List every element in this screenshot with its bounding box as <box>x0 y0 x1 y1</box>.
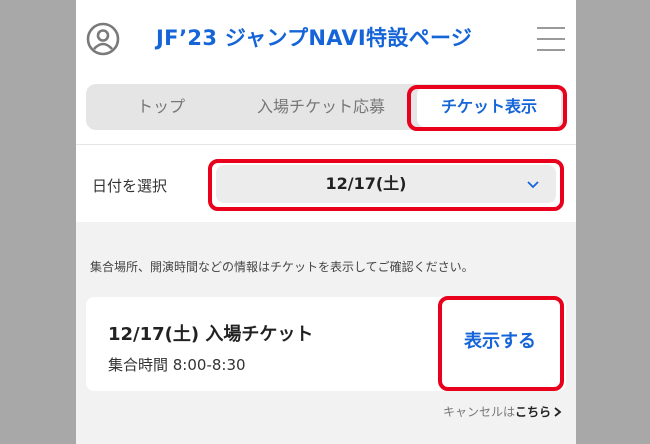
chevron-down-icon <box>527 181 539 189</box>
phone-screen: JF’23 ジャンプNAVI特設ページ トップ 入場チケット応募 チケット表示 … <box>76 0 576 444</box>
ticket-title: 12/17(土) 入場チケット <box>108 324 314 345</box>
tab-ticket-display[interactable]: チケット表示 <box>417 87 561 127</box>
date-row: 日付を選択 12/17(土) <box>76 145 576 222</box>
content-area: 集合場所、開演時間などの情報はチケットを表示してご確認ください。 12/17(土… <box>76 222 576 444</box>
tab-bar: トップ 入場チケット応募 チケット表示 <box>86 84 564 130</box>
tab-top[interactable]: トップ <box>116 84 206 130</box>
header: JF’23 ジャンプNAVI特設ページ <box>76 0 576 78</box>
ticket-card: 12/17(土) 入場チケット 集合時間 8:00-8:30 表示する <box>86 297 566 391</box>
cancel-row: キャンセルはこちら <box>443 403 562 420</box>
ticket-time: 集合時間 8:00-8:30 <box>108 356 246 374</box>
hamburger-menu-icon[interactable] <box>537 24 567 54</box>
chevron-right-icon[interactable] <box>553 407 562 417</box>
date-label: 日付を選択 <box>92 177 168 195</box>
page-title: JF’23 ジャンプNAVI特設ページ <box>156 26 473 50</box>
cancel-link[interactable]: こちら <box>515 405 551 419</box>
show-ticket-button[interactable]: 表示する <box>464 327 536 353</box>
info-text: 集合場所、開演時間などの情報はチケットを表示してご確認ください。 <box>90 260 474 274</box>
date-value: 12/17(土) <box>325 174 407 193</box>
user-circle-icon[interactable] <box>85 21 121 57</box>
date-select[interactable]: 12/17(土) <box>216 165 556 203</box>
cancel-prefix: キャンセルは <box>442 405 515 419</box>
tab-ticket-apply[interactable]: 入場チケット応募 <box>246 84 396 130</box>
